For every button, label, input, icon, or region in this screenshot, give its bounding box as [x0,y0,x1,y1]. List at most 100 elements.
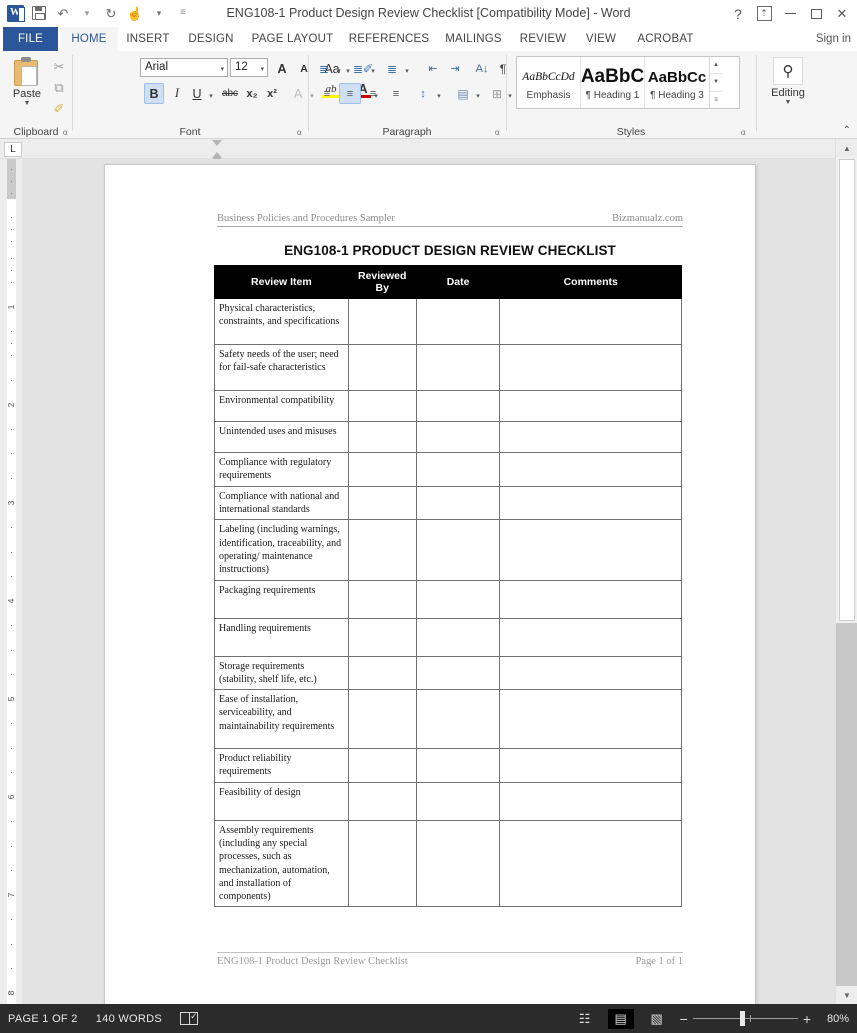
cell-review-item[interactable]: Physical characteristics, constraints, a… [214,298,349,346]
cell-reviewed-by[interactable] [347,519,417,581]
zoom-in-button[interactable]: + [803,1011,811,1027]
tab-mailings[interactable]: MAILINGS [437,27,510,51]
word-count[interactable]: 140 WORDS [96,1013,162,1025]
style-item-heading-1[interactable]: AaBbC ¶ Heading 1 [581,57,645,108]
cell-date[interactable] [415,781,501,821]
cell-comments[interactable] [499,421,682,454]
font-dialog-launcher[interactable]: ⍺ [297,128,302,137]
cell-reviewed-by[interactable] [347,617,417,657]
scrollbar-thumb[interactable] [839,159,855,621]
print-layout-button[interactable]: ▤ [607,1008,634,1029]
justify-icon[interactable]: ≡ [385,83,407,104]
styles-more-icon[interactable]: ≡ [710,92,722,108]
cell-comments[interactable] [499,344,682,392]
tab-design[interactable]: DESIGN [180,27,242,51]
multilevel-list-icon[interactable]: ≣ [382,58,402,79]
tab-acrobat[interactable]: ACROBAT [628,27,703,51]
italic-button[interactable]: I [167,83,187,104]
align-center-icon[interactable]: ≡ [339,83,361,104]
style-item-emphasis[interactable]: AaBbCcDd Emphasis [517,57,581,108]
paste-caret-icon[interactable]: ▼ [6,100,48,107]
styles-scroll-up-icon[interactable]: ▲ [710,57,722,75]
line-spacing-caret-icon[interactable]: ▾ [434,85,444,106]
decrease-indent-icon[interactable]: ⇤ [422,58,444,79]
cell-reviewed-by[interactable] [347,390,417,423]
proofing-errors-icon[interactable] [180,1011,199,1025]
bullets-caret-icon[interactable]: ▾ [334,60,344,81]
cell-reviewed-by[interactable] [347,421,417,454]
cell-review-item[interactable]: Compliance with regulatory requirements [214,452,349,487]
editing-caret-icon[interactable]: ▼ [763,99,813,106]
cell-reviewed-by[interactable] [347,452,417,487]
cell-date[interactable] [415,390,501,423]
cell-review-item[interactable]: Unintended uses and misuses [214,421,349,454]
read-mode-button[interactable]: ☷ [572,1009,598,1029]
cell-date[interactable] [415,519,501,581]
cell-review-item[interactable]: Safety needs of the user; need for fail-… [214,344,349,392]
cell-review-item[interactable]: Packaging requirements [214,579,349,619]
cell-reviewed-by[interactable] [347,689,417,750]
cell-review-item[interactable]: Environmental compatibility [214,390,349,423]
cell-comments[interactable] [499,781,682,821]
styles-scroll-down-icon[interactable]: ▼ [710,74,722,92]
cell-date[interactable] [415,421,501,454]
cell-comments[interactable] [499,748,682,783]
tab-page-layout[interactable]: PAGE LAYOUT [244,27,341,51]
cell-reviewed-by[interactable] [347,298,417,346]
align-left-icon[interactable]: ≡ [316,83,338,104]
page-indicator[interactable]: PAGE 1 OF 2 [8,1013,78,1025]
tab-home[interactable]: HOME [60,27,118,51]
font-size-caret-icon[interactable]: ▾ [260,65,264,73]
cell-review-item[interactable]: Ease of installation, serviceability, an… [214,689,349,750]
cell-reviewed-by[interactable] [347,579,417,619]
cell-review-item[interactable]: Product reliability requirements [214,748,349,783]
styles-dialog-launcher[interactable]: ⍺ [741,128,746,137]
tab-insert[interactable]: INSERT [120,27,176,51]
multilevel-caret-icon[interactable]: ▾ [402,60,412,81]
cell-review-item[interactable]: Labeling (including warnings, identifica… [214,519,349,581]
style-item-heading-3[interactable]: AaBbCc ¶ Heading 3 [645,57,709,108]
cell-comments[interactable] [499,519,682,581]
shading-icon[interactable]: ▤ [452,83,474,104]
cell-review-item[interactable]: Feasibility of design [214,781,349,821]
cell-review-item[interactable]: Assembly requirements (including any spe… [214,819,349,908]
zoom-slider[interactable]: − + [680,1011,811,1027]
maximize-button[interactable] [803,0,829,27]
superscript-button[interactable]: x² [262,83,282,104]
cell-review-item[interactable]: Storage requirements (stability, shelf l… [214,655,349,691]
numbering-caret-icon[interactable]: ▾ [368,60,378,81]
increase-indent-icon[interactable]: ⇥ [444,58,466,79]
font-name-caret-icon[interactable]: ▾ [220,65,224,73]
close-button[interactable]: ✕ [829,0,855,27]
cell-comments[interactable] [499,655,682,691]
document-page[interactable]: Business Policies and Procedures Sampler… [104,164,756,1004]
horizontal-ruler[interactable]: 1 1 2 3 4 5 LL LL LL LL L△ [0,139,857,298]
zoom-level[interactable]: 80% [821,1013,849,1025]
format-painter-icon[interactable]: ✐ [48,98,70,119]
cell-date[interactable] [415,579,501,619]
tab-file[interactable]: FILE [3,27,58,51]
cell-review-item[interactable]: Handling requirements [214,617,349,657]
collapse-ribbon-icon[interactable]: ⌃ [843,125,851,136]
cell-reviewed-by[interactable] [347,781,417,821]
scroll-up-icon[interactable]: ▲ [836,139,857,157]
cell-date[interactable] [415,485,501,521]
font-name-input[interactable]: Arial ▾ [140,58,228,77]
cell-comments[interactable] [499,579,682,619]
cell-reviewed-by[interactable] [347,485,417,521]
zoom-track[interactable] [692,1011,798,1026]
cell-comments[interactable] [499,617,682,657]
cell-reviewed-by[interactable] [347,344,417,392]
strikethrough-button[interactable]: abc [218,83,242,104]
first-line-indent-marker[interactable] [212,140,222,146]
cell-date[interactable] [415,689,501,750]
vertical-ruler[interactable]: 1 2 3 4 5 6 7 8 [0,159,22,1004]
line-spacing-icon[interactable]: ↕ [412,83,434,104]
sign-in-link[interactable]: Sign in [816,27,851,51]
cell-comments[interactable] [499,689,682,750]
cell-comments[interactable] [499,485,682,521]
cell-date[interactable] [415,748,501,783]
numbering-icon[interactable]: ≣ [348,58,368,79]
cell-date[interactable] [415,452,501,487]
scrollbar-track[interactable] [836,623,857,986]
